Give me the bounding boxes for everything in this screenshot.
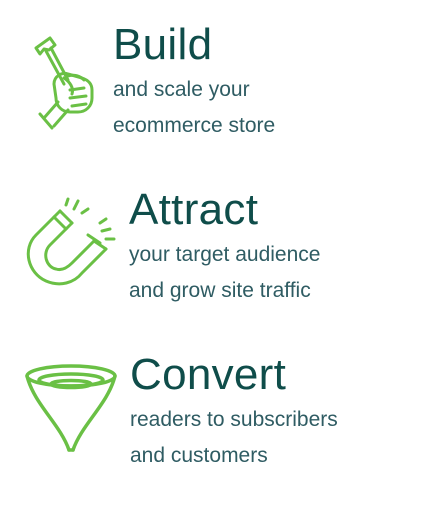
feature-convert-description: readers to subscribers and customers	[130, 402, 338, 474]
hammer-in-hand-icon	[24, 36, 100, 130]
feature-build-line-2: ecommerce store	[113, 114, 276, 137]
feature-convert: Convert readers to subscribers and custo…	[0, 350, 432, 500]
feature-convert-text: Convert readers to subscribers and custo…	[130, 352, 338, 474]
feature-convert-title: Convert	[130, 350, 287, 399]
feature-build: Build and scale your ecommerce store	[0, 20, 432, 170]
magnet-icon	[24, 197, 116, 291]
feature-attract: Attract your target audience and grow si…	[0, 185, 432, 335]
feature-build-line-1: and scale your	[113, 78, 250, 101]
funnel-icon	[24, 364, 120, 454]
feature-attract-line-2: and grow site traffic	[129, 279, 311, 302]
feature-build-text: Build and scale your ecommerce store	[113, 22, 275, 144]
feature-attract-title: Attract	[129, 185, 259, 234]
feature-attract-description: your target audience and grow site traff…	[129, 237, 320, 309]
feature-build-title: Build	[113, 20, 213, 69]
feature-attract-line-1: your target audience	[129, 243, 321, 266]
feature-convert-line-1: readers to subscribers	[130, 408, 338, 431]
feature-attract-text: Attract your target audience and grow si…	[129, 187, 320, 309]
feature-convert-line-2: and customers	[130, 444, 268, 467]
feature-build-description: and scale your ecommerce store	[113, 72, 275, 144]
